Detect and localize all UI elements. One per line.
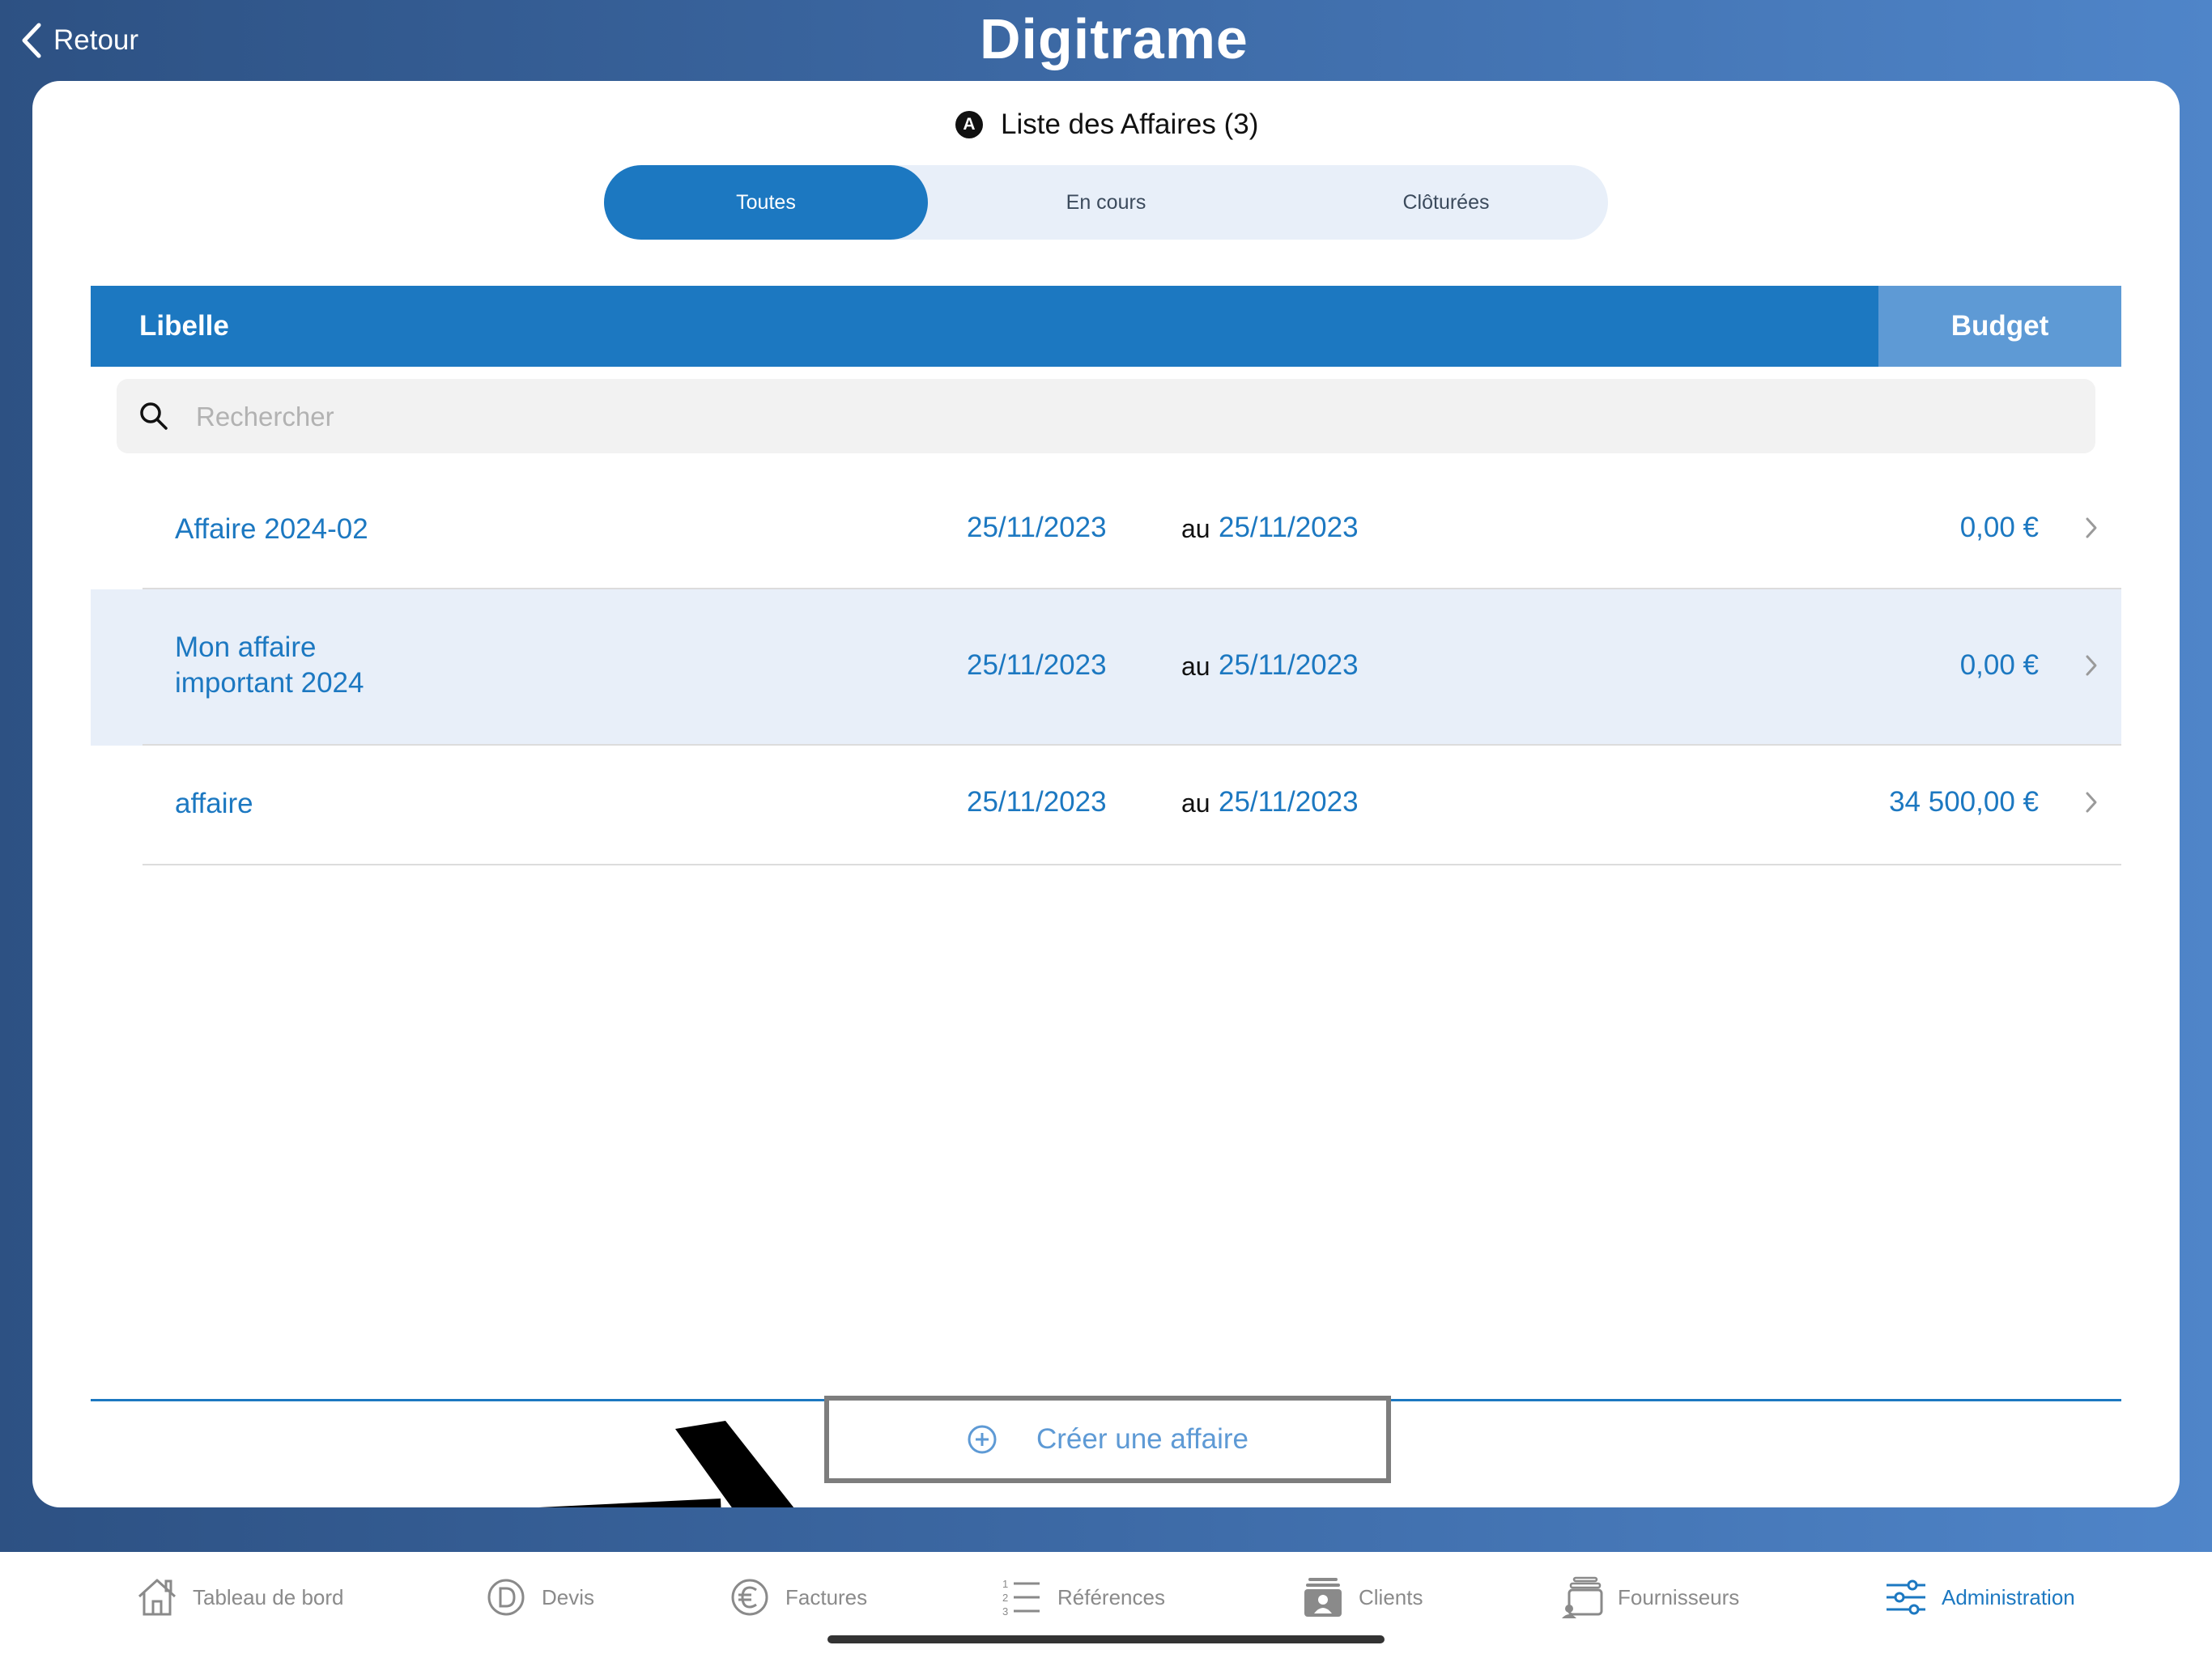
end-date: 25/11/2023 xyxy=(1219,786,1359,818)
chevron-left-icon xyxy=(22,23,41,58)
row-divider xyxy=(143,864,2121,865)
tab-toutes[interactable]: Toutes xyxy=(604,165,928,240)
start-date: 25/11/2023 xyxy=(967,649,1107,681)
plus-circle-icon xyxy=(968,1425,997,1454)
start-date: 25/11/2023 xyxy=(967,786,1107,818)
tab-cloturees[interactable]: Clôturées xyxy=(1284,165,1608,240)
chevron-right-icon xyxy=(2086,517,2097,538)
tab-fournisseurs[interactable]: Fournisseurs xyxy=(1559,1573,1739,1622)
numbered-list-icon: 1 23 xyxy=(1002,1578,1040,1618)
tab-label: Devis xyxy=(542,1584,595,1609)
svg-text:1: 1 xyxy=(1002,1578,1008,1590)
top-bar: Retour Digitrame xyxy=(0,0,2212,81)
date-separator: au xyxy=(1181,789,1210,818)
home-indicator[interactable] xyxy=(827,1635,1385,1643)
search-icon xyxy=(140,402,168,430)
brand-logo: Digitrame xyxy=(980,7,1249,70)
annotation-arrow-icon xyxy=(538,1421,794,1507)
search-input[interactable] xyxy=(194,379,2060,455)
tab-factures[interactable]: Factures xyxy=(727,1573,867,1622)
affaire-name: Mon affaire xyxy=(175,631,317,663)
affaire-name-line2: important 2024 xyxy=(175,667,364,699)
tab-label: Clients xyxy=(1359,1584,1423,1609)
create-affaire-button[interactable]: Créer une affaire xyxy=(824,1396,1391,1483)
column-header-budget[interactable]: Budget xyxy=(1878,286,2121,367)
filter-segmented-control: Toutes En cours Clôturées xyxy=(604,165,1608,240)
tab-label: Administration xyxy=(1942,1584,2075,1609)
tab-label: Fournisseurs xyxy=(1618,1584,1740,1609)
affaire-name: Affaire 2024-02 xyxy=(175,513,368,545)
affaire-name: affaire xyxy=(175,788,253,819)
tab-label: Tableau de bord xyxy=(193,1584,344,1609)
tab-references[interactable]: 1 23 Références xyxy=(999,1573,1165,1622)
end-date: 25/11/2023 xyxy=(1219,649,1359,681)
tab-devis[interactable]: Devis xyxy=(483,1573,594,1622)
search-bar xyxy=(117,379,2095,455)
devis-icon xyxy=(487,1579,525,1616)
back-button[interactable]: Retour xyxy=(19,19,138,62)
budget-amount: 0,00 € xyxy=(1959,649,2039,681)
tab-administration[interactable]: Administration xyxy=(1883,1573,2075,1622)
end-date: 25/11/2023 xyxy=(1219,512,1359,543)
euro-icon xyxy=(731,1579,768,1616)
main-card: A Liste des Affaires (3) Toutes En cours… xyxy=(32,81,2180,1507)
column-header-libelle[interactable]: Libelle xyxy=(139,286,229,367)
table-row[interactable]: affaire 25/11/2023 au 25/11/2023 34 500,… xyxy=(91,746,2121,865)
tab-label: Factures xyxy=(785,1584,868,1609)
svg-text:2: 2 xyxy=(1002,1592,1008,1604)
tab-en-cours[interactable]: En cours xyxy=(944,165,1268,240)
budget-amount: 34 500,00 € xyxy=(1889,786,2039,818)
supplier-icon xyxy=(1562,1576,1603,1618)
title-badge: A xyxy=(955,111,983,138)
table-header: Libelle Budget xyxy=(91,286,2121,367)
page-title: Liste des Affaires (3) xyxy=(1001,108,1259,140)
tab-tableau-de-bord[interactable]: Tableau de bord xyxy=(134,1573,343,1622)
start-date: 25/11/2023 xyxy=(967,512,1107,543)
date-separator: au xyxy=(1181,514,1210,543)
back-label: Retour xyxy=(53,24,139,56)
chevron-right-icon xyxy=(2086,655,2097,676)
chevron-right-icon xyxy=(2086,792,2097,813)
date-separator: au xyxy=(1181,652,1210,681)
page-title-group: A Liste des Affaires (3) xyxy=(955,108,1258,141)
tab-label: Références xyxy=(1057,1584,1165,1609)
budget-amount: 0,00 € xyxy=(1959,512,2039,543)
table-row[interactable]: Mon affaire important 2024 25/11/2023 au… xyxy=(91,589,2121,746)
contact-card-icon xyxy=(1304,1578,1342,1617)
table-row[interactable]: Affaire 2024-02 25/11/2023 au 25/11/2023… xyxy=(91,470,2121,589)
sliders-icon xyxy=(1887,1579,1925,1615)
svg-text:3: 3 xyxy=(1002,1605,1008,1618)
tab-clients[interactable]: Clients xyxy=(1300,1573,1423,1622)
create-affaire-label: Créer une affaire xyxy=(1036,1423,1249,1455)
house-icon xyxy=(138,1579,177,1616)
